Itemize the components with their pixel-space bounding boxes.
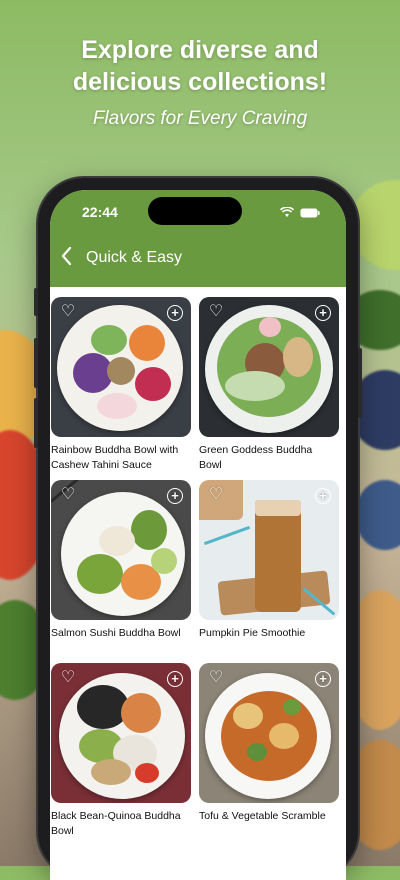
recipe-title[interactable]: Green Goddess Buddha Bowl: [199, 443, 339, 473]
recipe-title[interactable]: Rainbow Buddha Bowl with Cashew Tahini S…: [51, 443, 191, 473]
hero-title-line1: Explore diverse and: [81, 36, 319, 64]
add-plus-icon[interactable]: +: [167, 671, 183, 687]
recipe-title[interactable]: Salmon Sushi Buddha Bowl: [51, 626, 191, 641]
page-title: Quick & Easy: [86, 249, 183, 266]
add-plus-icon[interactable]: +: [167, 305, 183, 321]
add-plus-icon[interactable]: +: [315, 488, 331, 504]
recipe-card[interactable]: ♡ + Rainbow Buddha Bowl with Cashew Tahi…: [51, 297, 191, 480]
recipe-title[interactable]: Black Bean-Quinoa Buddha Bowl: [51, 809, 191, 839]
favorite-heart-icon[interactable]: ♡: [59, 303, 77, 321]
hero-title: Explore diverse and delicious collection…: [0, 34, 400, 98]
favorite-heart-icon[interactable]: ♡: [59, 669, 77, 687]
favorite-heart-icon[interactable]: ♡: [207, 303, 225, 321]
recipe-card[interactable]: ♡ + Tofu & Vegetable Scramble: [199, 663, 339, 846]
recipe-card[interactable]: ♡ + Pumpkin Pie Smoothie: [199, 480, 339, 663]
chevron-left-icon[interactable]: [60, 246, 80, 270]
favorite-heart-icon[interactable]: ♡: [207, 486, 225, 504]
recipe-grid: ♡ + Rainbow Buddha Bowl with Cashew Tahi…: [51, 297, 346, 846]
status-time: 22:44: [82, 204, 118, 220]
phone-frame: 22:44 Quick & Easy ♡ + Rainbow Buddha Bo…: [34, 178, 362, 880]
recipe-title[interactable]: Tofu & Vegetable Scramble: [199, 809, 339, 824]
favorite-heart-icon[interactable]: ♡: [207, 669, 225, 687]
recipe-card[interactable]: ♡ + Green Goddess Buddha Bowl: [199, 297, 339, 480]
dynamic-island: [148, 197, 242, 225]
app-header: 22:44 Quick & Easy: [50, 190, 346, 287]
add-plus-icon[interactable]: +: [315, 305, 331, 321]
recipe-title[interactable]: Pumpkin Pie Smoothie: [199, 626, 339, 641]
add-plus-icon[interactable]: +: [315, 671, 331, 687]
hero-subtitle: Flavors for Every Craving: [92, 108, 308, 129]
recipe-card[interactable]: ♡ + Black Bean-Quinoa Buddha Bowl: [51, 663, 191, 846]
favorite-heart-icon[interactable]: ♡: [59, 486, 77, 504]
wifi-icon: [279, 205, 295, 223]
recipe-card[interactable]: ♡ + Salmon Sushi Buddha Bowl: [51, 480, 191, 663]
add-plus-icon[interactable]: +: [167, 488, 183, 504]
hero-title-line2: delicious collections!: [72, 68, 328, 96]
app-screen: 22:44 Quick & Easy ♡ + Rainbow Buddha Bo…: [50, 190, 346, 880]
status-icons: [279, 205, 320, 223]
battery-icon: [300, 205, 320, 223]
